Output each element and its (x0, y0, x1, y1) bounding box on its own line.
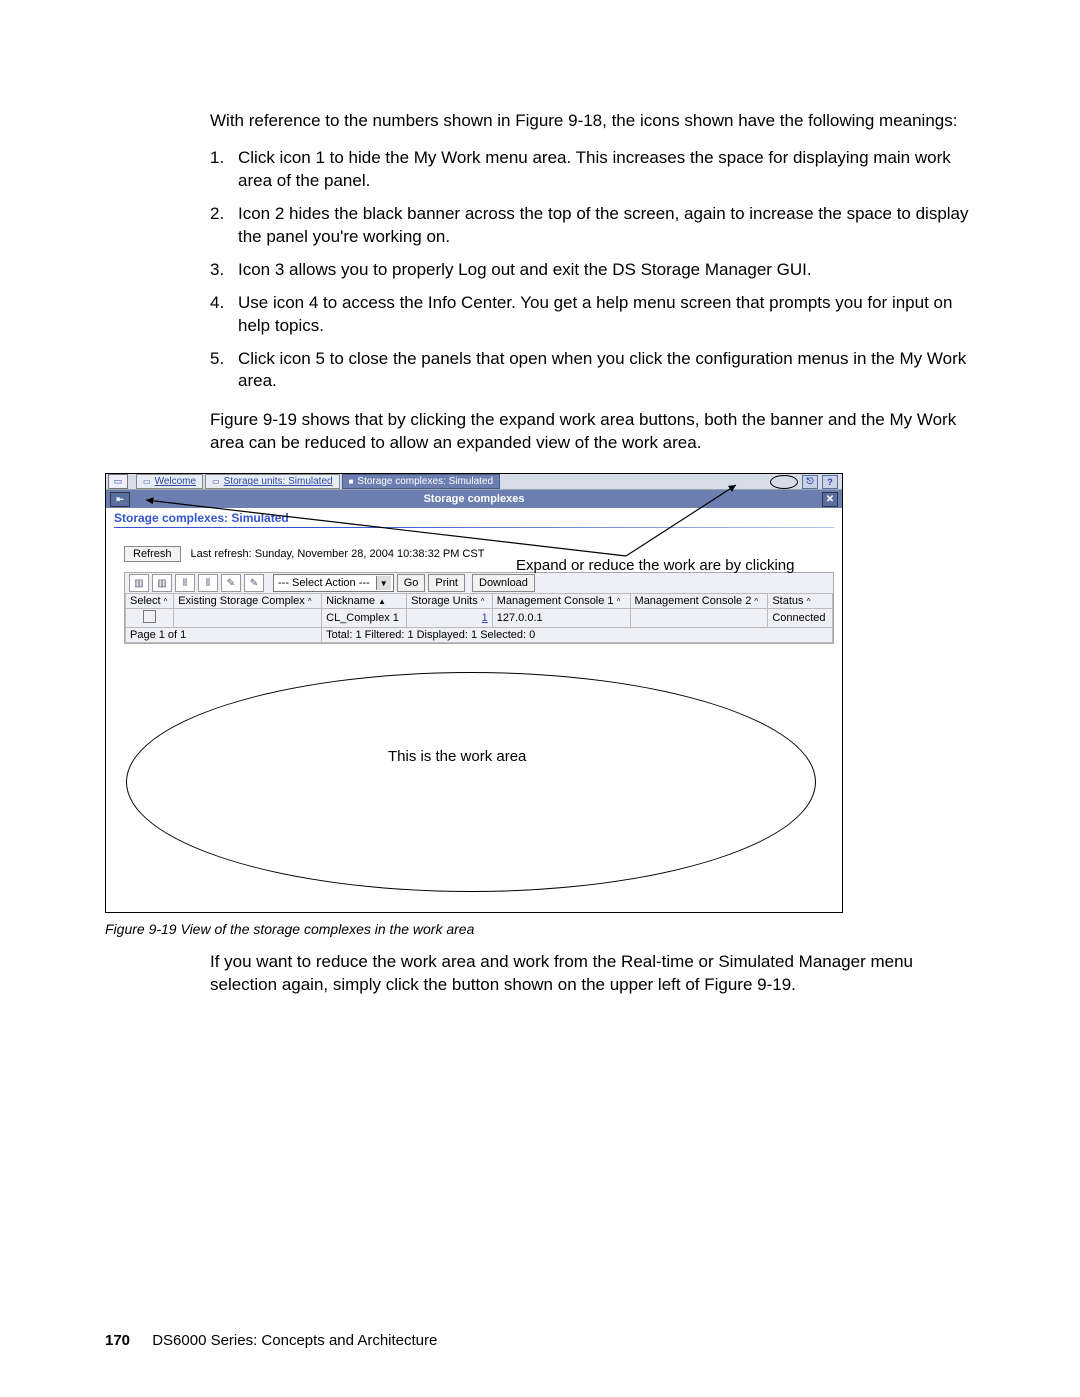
page-title: Storage complexes: Simulated (114, 511, 834, 525)
download-button[interactable]: Download (472, 574, 535, 592)
refresh-button[interactable]: Refresh (124, 546, 181, 562)
work-area-label: This is the work area (388, 748, 526, 765)
page-footer: 170 DS6000 Series: Concepts and Architec… (105, 1332, 437, 1349)
figure-caption: Figure 9-19 View of the storage complexe… (105, 921, 975, 937)
list-item: 2. Icon 2 hides the black banner across … (210, 203, 975, 249)
tool-icon-2[interactable]: ▥ (152, 574, 172, 592)
pager-text: Page 1 of 1 (126, 628, 322, 643)
tab-label: Welcome (155, 476, 197, 487)
go-button[interactable]: Go (397, 574, 426, 592)
totals-text: Total: 1 Filtered: 1 Displayed: 1 Select… (322, 628, 833, 643)
col-storage-units[interactable]: Storage Units ^ (407, 594, 493, 609)
list-number: 2. (210, 203, 238, 249)
list-number: 3. (210, 259, 238, 282)
tab-label: Storage units: Simulated (224, 476, 333, 487)
help-icon[interactable]: ? (822, 475, 838, 489)
list-number: 1. (210, 147, 238, 193)
restore-work-icon[interactable]: ⇤ (110, 492, 130, 507)
list-text: Use icon 4 to access the Info Center. Yo… (238, 292, 975, 338)
chevron-down-icon: ▼ (376, 576, 391, 590)
col-mc2[interactable]: Management Console 2 ^ (630, 594, 768, 609)
tab-welcome[interactable]: ▭Welcome (136, 474, 203, 489)
row-checkbox[interactable] (143, 610, 156, 623)
col-mc1[interactable]: Management Console 1 ^ (492, 594, 630, 609)
toolbar: ▥ ▥ ⫴ ⫴ ✎ ✎ --- Select Action --- ▼ Go P… (124, 572, 834, 644)
figure-9-19: ▭ ▭Welcome ▭Storage units: Simulated ■St… (105, 473, 843, 913)
table-footer: Page 1 of 1 Total: 1 Filtered: 1 Display… (126, 628, 833, 643)
tool-icon-5[interactable]: ✎ (221, 574, 241, 592)
cell-units-link[interactable]: 1 (482, 612, 488, 624)
select-action-label: --- Select Action --- (278, 577, 370, 589)
closing-paragraph: If you want to reduce the work area and … (210, 951, 975, 997)
col-existing-storage-complex[interactable]: Existing Storage Complex ^ (174, 594, 322, 609)
intro-paragraph: With reference to the numbers shown in F… (210, 110, 975, 133)
select-action-dropdown[interactable]: --- Select Action --- ▼ (273, 574, 394, 592)
page-number: 170 (105, 1332, 130, 1349)
list-text: Click icon 5 to close the panels that op… (238, 348, 975, 394)
list-item: 5. Click icon 5 to close the panels that… (210, 348, 975, 394)
tool-icon-4[interactable]: ⫴ (198, 574, 218, 592)
col-select[interactable]: Select ^ (126, 594, 174, 609)
tab-storage-complexes[interactable]: ■Storage complexes: Simulated (342, 474, 500, 489)
tool-icon-1[interactable]: ▥ (129, 574, 149, 592)
list-item: 3. Icon 3 allows you to properly Log out… (210, 259, 975, 282)
storage-complex-table: Select ^ Existing Storage Complex ^ Nick… (125, 593, 833, 643)
print-button[interactable]: Print (428, 574, 465, 592)
list-text: Icon 2 hides the black banner across the… (238, 203, 975, 249)
annotation-expand-label: Expand or reduce the work are by clickin… (516, 557, 794, 574)
last-refresh-text: Last refresh: Sunday, November 28, 2004 … (191, 548, 485, 560)
col-status[interactable]: Status ^ (768, 594, 833, 609)
after-list-paragraph: Figure 9-19 shows that by clicking the e… (210, 409, 975, 455)
tab-storage-units[interactable]: ▭Storage units: Simulated (205, 474, 340, 489)
close-panel-icon[interactable]: ✕ (822, 492, 838, 507)
cell-nickname: CL_Complex 1 (322, 609, 407, 628)
list-item: 1. Click icon 1 to hide the My Work menu… (210, 147, 975, 193)
banner: ⇤ Storage complexes ✕ (106, 490, 842, 508)
table-row: CL_Complex 1 1 127.0.0.1 Connected (126, 609, 833, 628)
banner-title: Storage complexes (424, 493, 525, 505)
list-number: 4. (210, 292, 238, 338)
tab-label: Storage complexes: Simulated (357, 476, 493, 487)
expand-icon-circle[interactable] (770, 475, 798, 489)
list-text: Click icon 1 to hide the My Work menu ar… (238, 147, 975, 193)
book-title: DS6000 Series: Concepts and Architecture (152, 1332, 437, 1349)
cell-mc1: 127.0.0.1 (492, 609, 630, 628)
cell-status: Connected (768, 609, 833, 628)
tool-icon-6[interactable]: ✎ (244, 574, 264, 592)
tool-icon-3[interactable]: ⫴ (175, 574, 195, 592)
col-nickname[interactable]: Nickname ▲ (322, 594, 407, 609)
work-area-oval (126, 672, 816, 892)
list-item: 4. Use icon 4 to access the Info Center.… (210, 292, 975, 338)
window-icon[interactable]: ▭ (108, 474, 128, 489)
list-number: 5. (210, 348, 238, 394)
logout-icon[interactable]: ⎋ (802, 475, 818, 489)
list-text: Icon 3 allows you to properly Log out an… (238, 259, 975, 282)
tabs-row: ▭ ▭Welcome ▭Storage units: Simulated ■St… (106, 474, 842, 490)
